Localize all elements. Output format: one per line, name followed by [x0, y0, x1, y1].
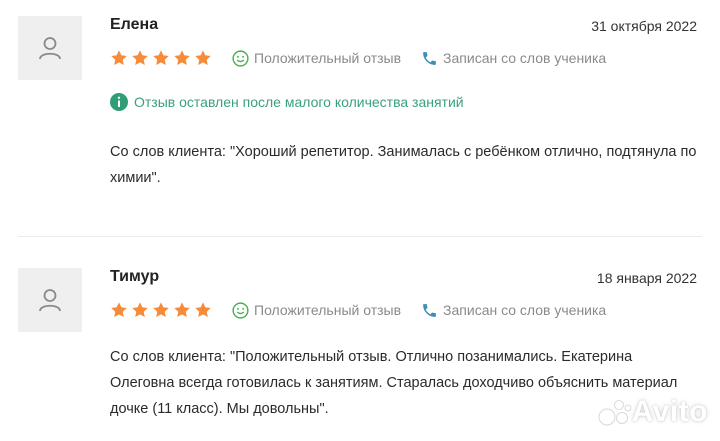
- smile-icon: [232, 49, 249, 67]
- review-meta: Положительный отзыв Записан со слов учен…: [110, 299, 606, 321]
- star-icon: [195, 302, 211, 318]
- star-icon: [132, 50, 148, 66]
- star-icon: [111, 302, 127, 318]
- review-text: Со слов клиента: "Хороший репетитор. Зан…: [110, 144, 697, 186]
- rating-stars: [110, 49, 212, 67]
- star-icon: [174, 50, 190, 66]
- review-date: 31 октября 2022: [591, 18, 697, 34]
- star-icon: [174, 302, 190, 318]
- note-text: Отзыв оставлен после малого количества з…: [134, 94, 464, 110]
- source-label: Записан со слов ученика: [443, 302, 607, 318]
- phone-icon: [423, 51, 436, 65]
- avatar: [18, 268, 82, 332]
- user-icon: [39, 289, 61, 312]
- phone-icon: [423, 303, 436, 317]
- sentiment-label: Положительный отзыв: [254, 50, 402, 66]
- star-icon: [111, 50, 127, 66]
- review-note: Отзыв оставлен после малого количества з…: [110, 93, 464, 111]
- star-icon: [195, 50, 211, 66]
- review-divider: [18, 236, 702, 237]
- info-icon: [110, 93, 128, 111]
- star-icon: [153, 50, 169, 66]
- source-badge: Записан со слов ученика: [421, 50, 606, 67]
- positive-review-badge: Положительный отзыв: [232, 301, 402, 319]
- avatar: [18, 16, 82, 80]
- positive-review-badge: Положительный отзыв: [232, 49, 402, 67]
- sentiment-label: Положительный отзыв: [254, 302, 402, 318]
- avito-watermark: Avito: [598, 395, 708, 429]
- user-icon: [39, 37, 61, 60]
- rating-stars: [110, 301, 212, 319]
- star-icon: [132, 302, 148, 318]
- review-meta: Положительный отзыв Записан со слов учен…: [110, 47, 606, 69]
- source-label: Записан со слов ученика: [443, 50, 607, 66]
- source-badge: Записан со слов ученика: [421, 302, 606, 319]
- watermark-text: Avito: [631, 395, 708, 428]
- review-author: Тимур: [110, 268, 160, 285]
- star-icon: [153, 302, 169, 318]
- review-author: Елена: [110, 16, 159, 33]
- smile-icon: [232, 301, 249, 319]
- review-date: 18 января 2022: [596, 270, 697, 286]
- avito-logo-icon: [598, 400, 632, 426]
